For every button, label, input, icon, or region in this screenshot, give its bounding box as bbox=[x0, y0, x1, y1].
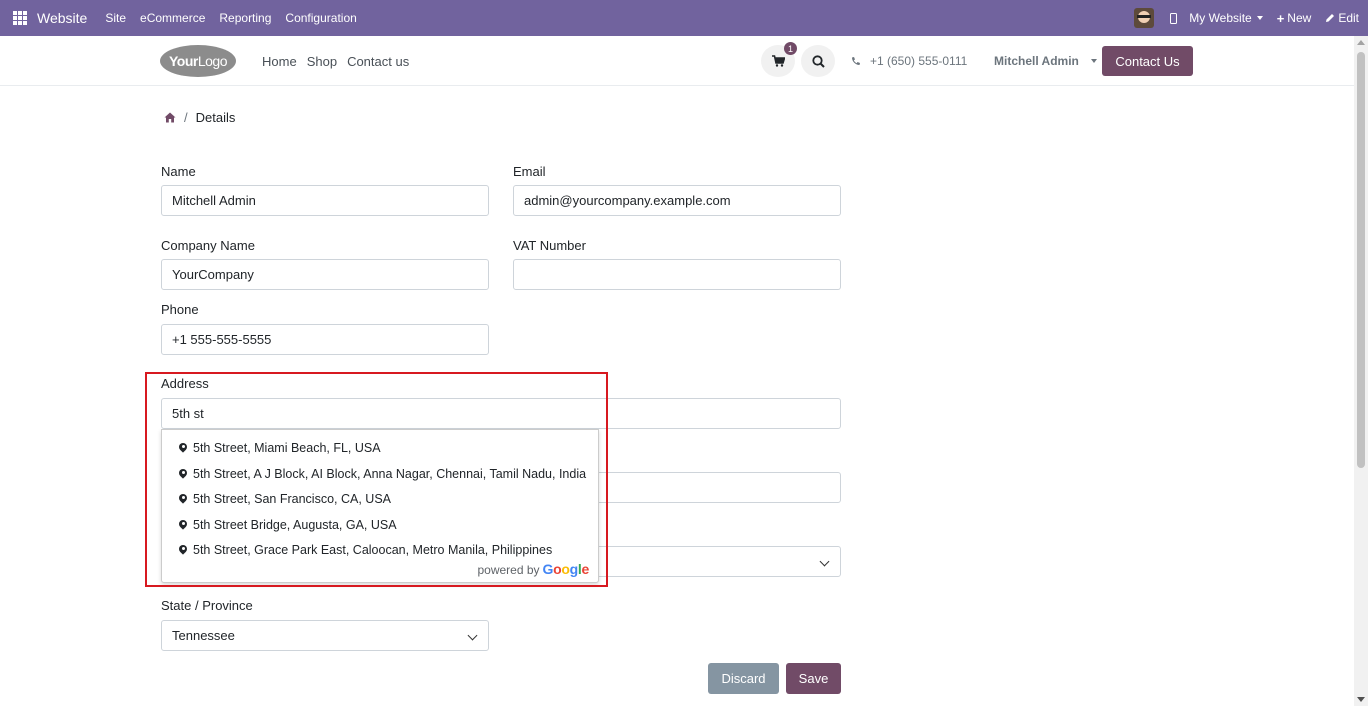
new-label: New bbox=[1287, 11, 1312, 25]
menu-configuration[interactable]: Configuration bbox=[285, 11, 356, 25]
edit-button[interactable]: Edit bbox=[1325, 11, 1359, 25]
vat-number-input[interactable] bbox=[513, 259, 841, 290]
app-brand[interactable]: Website bbox=[37, 10, 87, 26]
scrollbar-thumb[interactable] bbox=[1357, 52, 1365, 468]
chevron-down-icon bbox=[819, 556, 830, 567]
breadcrumb-current: Details bbox=[195, 110, 236, 125]
state-select[interactable]: Tennessee bbox=[161, 620, 489, 651]
email-input[interactable]: admin@yourcompany.example.com bbox=[513, 185, 841, 216]
phone-input[interactable]: +1 555-555-5555 bbox=[161, 324, 489, 355]
nav-contact-us[interactable]: Contact us bbox=[347, 54, 409, 69]
nav-shop[interactable]: Shop bbox=[307, 54, 337, 69]
admin-menu: Site eCommerce Reporting Configuration bbox=[105, 11, 370, 25]
chevron-down-icon bbox=[467, 630, 478, 641]
company-name-label: Company Name bbox=[161, 238, 255, 253]
breadcrumb: / Details bbox=[164, 110, 235, 125]
search-button[interactable] bbox=[801, 45, 835, 77]
menu-ecommerce[interactable]: eCommerce bbox=[140, 11, 205, 25]
scroll-down-arrow-icon[interactable] bbox=[1357, 697, 1365, 702]
menu-reporting[interactable]: Reporting bbox=[219, 11, 271, 25]
contact-us-button[interactable]: Contact Us bbox=[1102, 46, 1193, 76]
phone-icon bbox=[852, 57, 860, 65]
save-button[interactable]: Save bbox=[786, 663, 841, 694]
scroll-up-arrow-icon[interactable] bbox=[1357, 40, 1365, 45]
cart-icon bbox=[771, 55, 785, 67]
plus-icon: + bbox=[1276, 10, 1285, 26]
name-value: Mitchell Admin bbox=[172, 193, 256, 208]
caret-down-icon bbox=[1090, 59, 1097, 63]
email-label: Email bbox=[513, 164, 546, 179]
edit-label: Edit bbox=[1338, 11, 1359, 25]
highlight-annotation bbox=[145, 372, 608, 587]
breadcrumb-separator: / bbox=[184, 110, 188, 125]
state-label: State / Province bbox=[161, 598, 253, 613]
mobile-preview-icon[interactable] bbox=[1170, 12, 1178, 24]
phone-value: +1 555-555-5555 bbox=[172, 332, 272, 347]
nav-home[interactable]: Home bbox=[262, 54, 297, 69]
user-menu[interactable]: Mitchell Admin bbox=[994, 54, 1097, 68]
home-icon[interactable] bbox=[164, 112, 176, 123]
user-avatar[interactable] bbox=[1134, 8, 1155, 28]
caret-down-icon bbox=[1256, 16, 1263, 20]
name-input[interactable]: Mitchell Admin bbox=[161, 185, 489, 216]
cart-count-badge: 1 bbox=[784, 42, 797, 55]
my-website-label: My Website bbox=[1189, 11, 1252, 25]
new-button[interactable]: + New bbox=[1277, 11, 1312, 26]
email-value: admin@yourcompany.example.com bbox=[524, 193, 731, 208]
name-label: Name bbox=[161, 164, 196, 179]
admin-topbar: Website Site eCommerce Reporting Configu… bbox=[0, 0, 1368, 36]
admin-topbar-right: My Website + New Edit bbox=[1134, 0, 1368, 36]
apps-grid-icon[interactable] bbox=[13, 11, 27, 25]
company-name-input[interactable]: YourCompany bbox=[161, 259, 489, 290]
search-icon bbox=[811, 54, 825, 68]
pencil-icon bbox=[1326, 14, 1335, 22]
main-nav: Home Shop Contact us bbox=[262, 54, 409, 69]
my-website-dropdown[interactable]: My Website bbox=[1189, 11, 1263, 25]
logo-text-thin: Logo bbox=[197, 53, 228, 69]
phone-number: +1 (650) 555-0111 bbox=[870, 54, 968, 68]
header-phone[interactable]: +1 (650) 555-0111 bbox=[851, 54, 967, 68]
logo-text-bold: Your bbox=[168, 53, 198, 69]
menu-site[interactable]: Site bbox=[105, 11, 126, 25]
state-value: Tennessee bbox=[172, 628, 235, 643]
discard-button[interactable]: Discard bbox=[708, 663, 779, 694]
vat-number-label: VAT Number bbox=[513, 238, 586, 253]
company-name-value: YourCompany bbox=[172, 267, 254, 282]
user-name: Mitchell Admin bbox=[994, 54, 1079, 68]
website-header: Your Logo Home Shop Contact us 1 +1 (650)… bbox=[0, 36, 1354, 86]
company-logo[interactable]: Your Logo bbox=[160, 45, 236, 77]
page-scrollbar[interactable] bbox=[1354, 36, 1368, 706]
phone-label: Phone bbox=[161, 302, 199, 317]
